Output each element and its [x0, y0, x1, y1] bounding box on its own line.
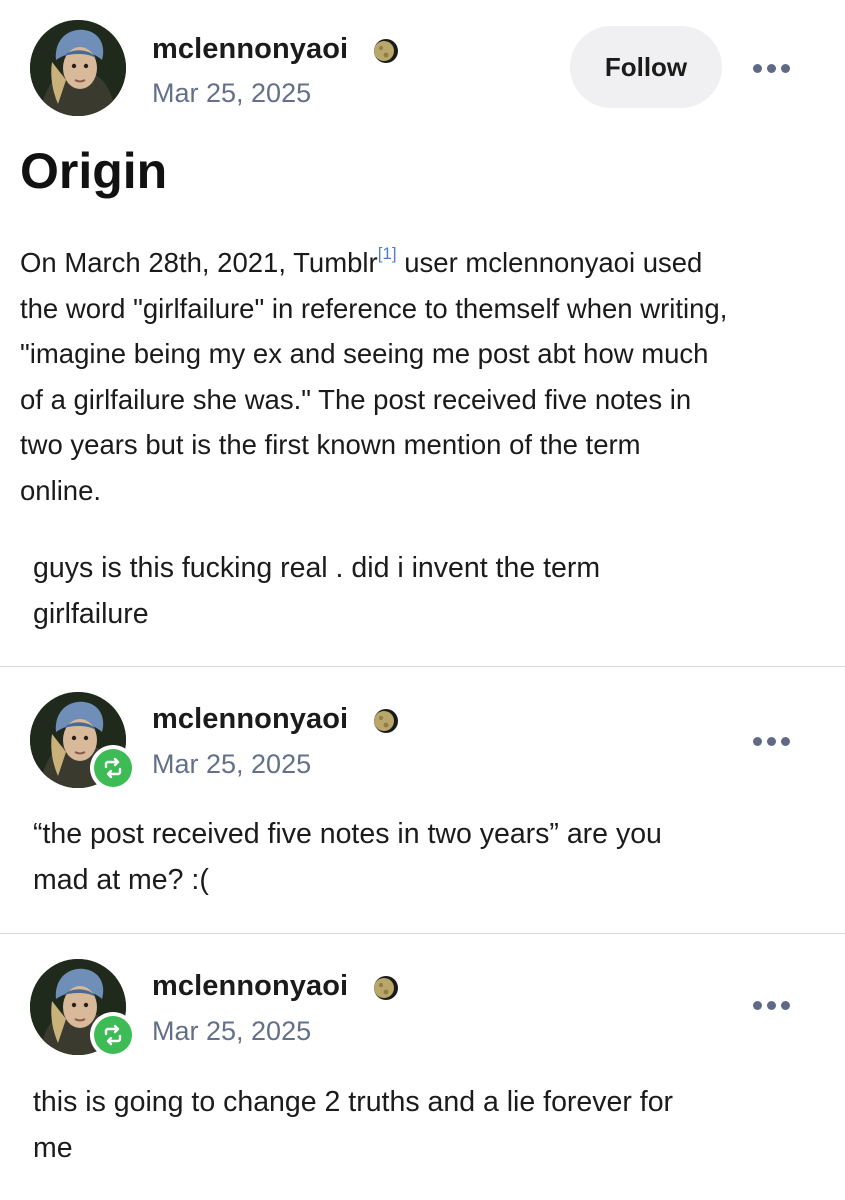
more-options-icon[interactable] — [753, 1001, 790, 1010]
wiki-line: "imagine being my ex and seeing me post … — [20, 338, 709, 369]
post-body-line: girlfailure — [33, 598, 149, 630]
moon-badge-icon — [374, 976, 398, 1000]
reblog-post: mclennonyaoi Mar 25, 2025 “the post rece… — [0, 667, 845, 933]
post-body-line: me — [33, 1132, 73, 1164]
reblog-icon — [104, 1024, 122, 1046]
avatar[interactable] — [30, 20, 126, 116]
wiki-line: of a girlfailure she was." The post rece… — [20, 383, 692, 415]
wiki-line: two years but is the first known mention… — [20, 429, 641, 460]
avatar-portrait-icon — [30, 20, 126, 116]
post-body: this is going to change 2 truths and a l… — [33, 1079, 673, 1171]
wiki-line: the word "girlfailure" in reference to t… — [20, 292, 728, 324]
post-body-line: mad at me? :( — [33, 864, 209, 896]
moon-badge-icon — [374, 39, 398, 63]
citation-link[interactable]: [1] — [378, 244, 397, 263]
wiki-line: user mclennonyaoi used — [396, 247, 703, 278]
wiki-excerpt: On March 28th, 2021, Tumblr[1] user mcle… — [20, 240, 835, 513]
post-body: “the post received five notes in two yea… — [33, 811, 662, 903]
username[interactable]: mclennonyaoi — [152, 970, 348, 1003]
post-date: Mar 25, 2025 — [152, 78, 312, 108]
post-body: guys is this fucking real . did i invent… — [33, 545, 600, 637]
wiki-line: On March 28th, 2021, Tumblr — [20, 247, 378, 278]
reblog-post: mclennonyaoi Mar 25, 2025 this is going … — [0, 934, 845, 1200]
username[interactable]: mclennonyaoi — [152, 703, 348, 736]
post-body-line: guys is this fucking real . did i invent… — [33, 552, 601, 584]
moon-badge-icon — [374, 709, 398, 733]
wiki-heading: Origin — [20, 143, 168, 199]
post-date: Mar 25, 2025 — [152, 749, 312, 779]
follow-button[interactable]: Follow — [570, 26, 722, 108]
username[interactable]: mclennonyaoi — [152, 33, 348, 66]
more-options-icon[interactable] — [753, 737, 790, 746]
post-body-line: “the post received five notes in two yea… — [33, 818, 662, 850]
wiki-line: online. — [20, 474, 102, 506]
post-body-line: this is going to change 2 truths and a l… — [33, 1086, 674, 1118]
reblog-badge — [90, 1012, 136, 1058]
reblog-icon — [104, 757, 122, 779]
reblog-badge — [90, 745, 136, 791]
more-options-icon[interactable] — [753, 64, 790, 73]
post-date: Mar 25, 2025 — [152, 1016, 312, 1046]
post-original: mclennonyaoi Mar 25, 2025 Follow Origin … — [0, 0, 845, 666]
